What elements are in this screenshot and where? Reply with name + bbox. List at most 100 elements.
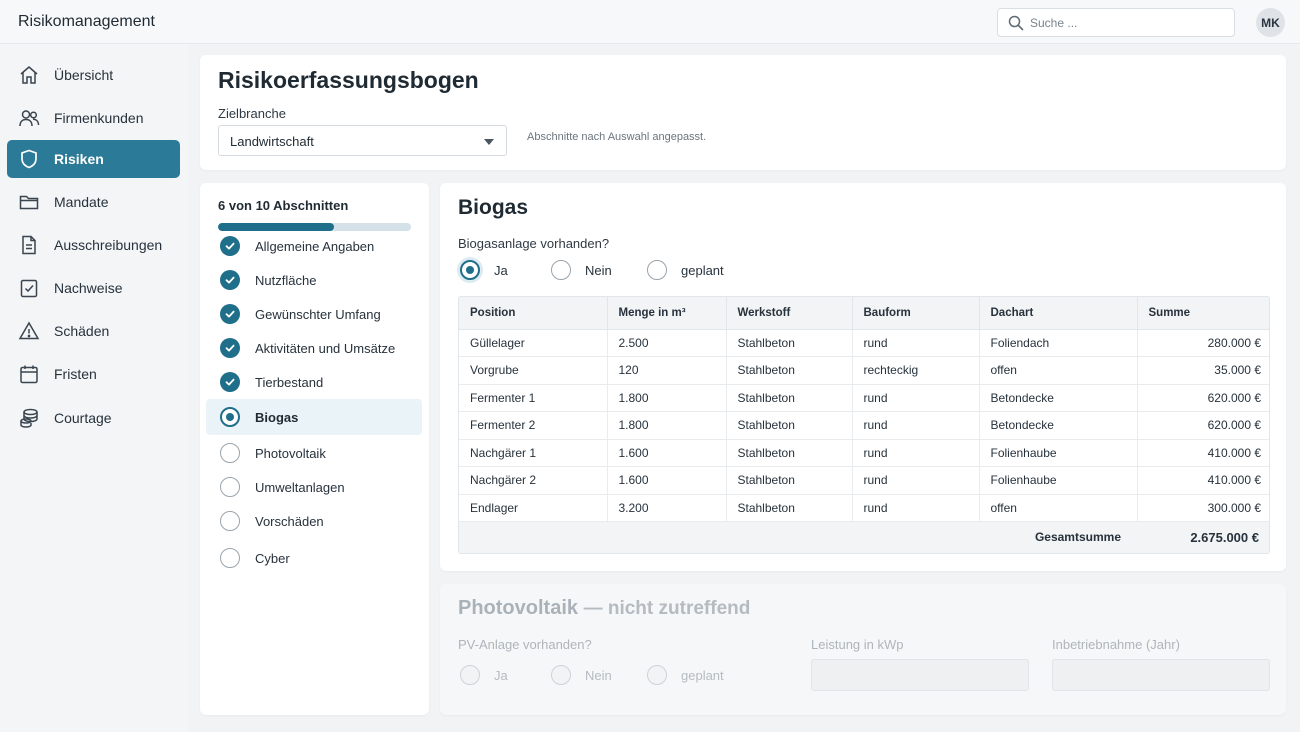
table-cell: 620.000 € — [1137, 384, 1269, 412]
app-title: Risikomanagement — [18, 13, 155, 30]
check-icon — [220, 270, 240, 290]
radio-label: Ja — [494, 262, 508, 278]
table-cell: Endlager — [459, 494, 608, 522]
biogas-section: Biogas Biogasanlage vorhanden? Ja Nein g… — [440, 183, 1286, 571]
step-item[interactable]: Vorschäden — [206, 503, 422, 539]
sidebar-item-uebersicht[interactable]: Übersicht — [7, 56, 180, 94]
sidebar: Übersicht Firmenkunden Risiken Mandate A… — [0, 44, 188, 732]
table-cell: offen — [979, 356, 1138, 385]
biogas-question: Biogasanlage vorhanden? — [458, 236, 610, 251]
sidebar-item-courtage[interactable]: Courtage — [7, 399, 180, 437]
pv-question: PV-Anlage vorhanden? — [458, 637, 592, 652]
table-cell: Stahlbeton — [726, 356, 853, 385]
table-cell: Folienhaube — [979, 439, 1138, 467]
table-cell: 410.000 € — [1137, 439, 1269, 467]
branch-select[interactable]: Landwirtschaft — [218, 125, 507, 156]
search-box[interactable] — [997, 8, 1235, 37]
search-input[interactable] — [1030, 13, 1225, 33]
pending-step-icon — [220, 443, 240, 463]
sidebar-item-schaeden[interactable]: Schäden — [7, 312, 180, 350]
search-icon — [1008, 15, 1024, 31]
sidebar-item-label: Firmenkunden — [54, 110, 144, 126]
pv-title-subtitle: — nicht zutreffend — [583, 598, 751, 619]
table-row[interactable]: Nachgärer 1 1.600 Stahlbeton rund Folienhaub… — [459, 439, 1269, 467]
step-item[interactable]: Aktivitäten und Umsätze — [206, 330, 422, 366]
sidebar-item-label: Fristen — [54, 366, 97, 382]
pv-year-input — [1052, 659, 1270, 691]
sidebar-item-label: Nachweise — [54, 280, 123, 296]
table-cell: Stahlbeton — [726, 466, 853, 495]
table-cell: 1.800 — [607, 384, 727, 412]
column-header[interactable]: Menge in m³ — [607, 297, 727, 330]
column-header[interactable]: Position — [459, 297, 608, 330]
step-item[interactable]: Tierbestand — [206, 364, 422, 400]
sidebar-item-nachweise[interactable]: Nachweise — [7, 269, 180, 307]
step-item[interactable]: Allgemeine Angaben — [206, 228, 422, 264]
column-header[interactable]: Dachart — [979, 297, 1138, 330]
column-header[interactable]: Bauform — [852, 297, 980, 330]
radio-label: Nein — [585, 667, 612, 683]
table-cell: 120 — [607, 356, 727, 385]
radio-disabled-icon — [460, 665, 480, 685]
table-cell: 1.600 — [607, 439, 727, 467]
home-icon — [18, 64, 40, 86]
step-item[interactable]: Photovoltaik — [206, 435, 422, 471]
step-label: Cyber — [255, 550, 290, 566]
step-label: Gewünschter Umfang — [255, 306, 381, 322]
table-row[interactable]: Vorgrube 120 Stahlbeton rechteckig offen 35.0… — [459, 356, 1269, 385]
radio-pv-ja: Ja — [460, 665, 508, 685]
radio-empty-icon — [551, 260, 571, 280]
sidebar-item-label: Mandate — [54, 194, 109, 210]
radio-biogas-ja[interactable]: Ja — [460, 260, 508, 280]
step-item[interactable]: Gewünschter Umfang — [206, 296, 422, 332]
sidebar-item-label: Ausschreibungen — [54, 237, 163, 253]
check-icon — [220, 236, 240, 256]
sidebar-item-label: Übersicht — [54, 67, 114, 83]
total-value: 2.675.000 € — [1137, 521, 1269, 553]
progress-label: 6 von 10 Abschnitten — [218, 198, 349, 213]
table-cell: Nachgärer 1 — [459, 439, 608, 467]
column-header[interactable]: Werkstoff — [726, 297, 853, 330]
pv-year-label: Inbetriebnahme (Jahr) — [1052, 637, 1180, 652]
sidebar-item-risiken[interactable]: Risiken — [7, 140, 180, 178]
table-cell: Stahlbeton — [726, 439, 853, 467]
sidebar-item-fristen[interactable]: Fristen — [7, 355, 180, 393]
column-header[interactable]: Summe — [1137, 297, 1269, 330]
step-label: Allgemeine Angaben — [255, 238, 375, 254]
user-avatar[interactable]: MK — [1256, 8, 1285, 37]
table-cell: Nachgärer 2 — [459, 466, 608, 495]
radio-biogas-nein[interactable]: Nein — [551, 260, 612, 280]
table-cell: 410.000 € — [1137, 466, 1269, 495]
radio-pv-nein: Nein — [551, 665, 612, 685]
sidebar-item-label: Courtage — [54, 410, 112, 426]
check-icon — [220, 372, 240, 392]
table-cell: Stahlbeton — [726, 494, 853, 522]
photovoltaik-section: Photovoltaik — nicht zutreffend PV-Anlag… — [440, 584, 1286, 715]
step-item[interactable]: Cyber — [206, 540, 422, 576]
table-row[interactable]: Nachgärer 2 1.600 Stahlbeton rund Folienhaub… — [459, 466, 1269, 495]
step-item[interactable]: Biogas — [206, 399, 422, 435]
radio-disabled-icon — [647, 665, 667, 685]
table-row[interactable]: Fermenter 1 1.800 Stahlbeton rund Betondecke… — [459, 384, 1269, 412]
step-label: Umweltanlagen — [255, 479, 345, 495]
sidebar-item-ausschreibungen[interactable]: Ausschreibungen — [7, 226, 180, 264]
branch-select-value: Landwirtschaft — [230, 134, 314, 149]
table-row[interactable]: Endlager 3.200 Stahlbeton rund offen 300.000 … — [459, 494, 1269, 522]
table-cell: Stahlbeton — [726, 411, 853, 440]
sidebar-item-firmenkunden[interactable]: Firmenkunden — [7, 99, 180, 137]
table-cell: Betondecke — [979, 384, 1138, 412]
step-item[interactable]: Nutzfläche — [206, 262, 422, 298]
table-cell: offen — [979, 494, 1138, 522]
branch-label: Zielbranche — [218, 106, 286, 121]
sidebar-item-mandate[interactable]: Mandate — [7, 183, 180, 221]
chevron-down-icon — [484, 139, 494, 145]
current-step-icon — [220, 407, 240, 427]
sidebar-item-label: Risiken — [54, 151, 104, 167]
table-cell: rund — [852, 329, 980, 357]
radio-biogas-geplant[interactable]: geplant — [647, 260, 724, 280]
table-row[interactable]: Güllelager 2.500 Stahlbeton rund Foliendach 2… — [459, 329, 1269, 357]
calendar-icon — [18, 363, 40, 385]
step-item[interactable]: Umweltanlagen — [206, 469, 422, 505]
table-row[interactable]: Fermenter 2 1.800 Stahlbeton rund Betondecke… — [459, 411, 1269, 440]
table-cell: Folienhaube — [979, 466, 1138, 495]
